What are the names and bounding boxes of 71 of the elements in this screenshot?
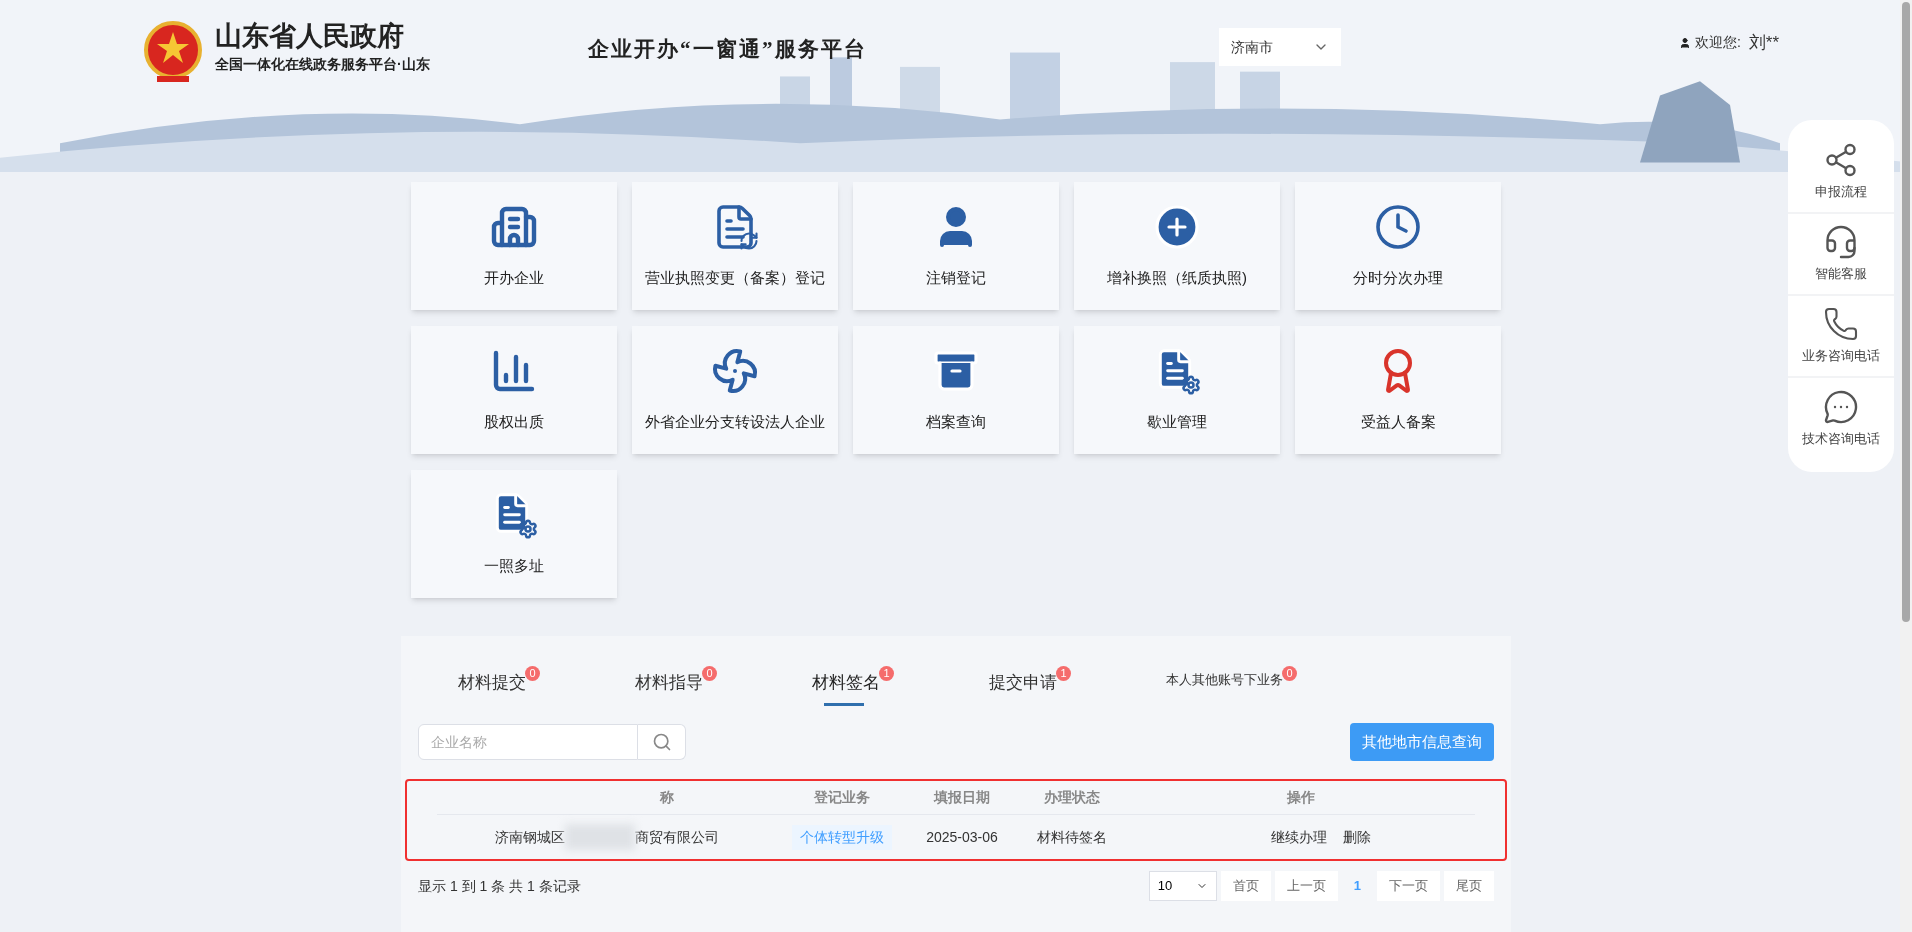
search-icon (651, 732, 672, 752)
side-tool-item[interactable]: 业务咨询电话 (1788, 296, 1894, 378)
service-tile[interactable]: 一照多址 (411, 470, 617, 598)
pagination-button[interactable]: 首页 (1220, 871, 1271, 901)
active-tab-indicator (824, 703, 864, 706)
clock-icon (1374, 202, 1422, 251)
status-text: 材料待签名 (1036, 827, 1108, 847)
side-tool-item[interactable]: 申报流程 (1788, 132, 1894, 214)
tab[interactable]: 提交申请 1 (989, 666, 1166, 706)
service-tile[interactable]: 股权出质 (411, 326, 617, 454)
service-label: 增补换照（纸质执照) (1107, 267, 1247, 288)
count-badge: 0 (1282, 666, 1297, 681)
user-name: 刘** (1748, 32, 1779, 54)
action-link[interactable]: 继续办理 (1271, 826, 1327, 848)
org-subtitle: 全国一体化在线政务服务平台·山东 (215, 54, 430, 74)
column-header: 登记业务 (813, 788, 871, 807)
fill-date: 2025-03-06 (925, 827, 999, 847)
count-badge: 0 (702, 666, 717, 681)
phone-icon (1823, 306, 1859, 343)
service-label: 外省企业分支转设法人企业 (645, 411, 825, 432)
service-tile[interactable]: 增补换照（纸质执照) (1074, 182, 1280, 310)
tab[interactable]: 材料指导 0 (635, 666, 812, 706)
column-header: 办理状态 (1043, 788, 1101, 807)
service-tile[interactable]: 档案查询 (853, 326, 1059, 454)
service-tile[interactable]: 外省企业分支转设法人企业 (632, 326, 838, 454)
service-label: 受益人备案 (1360, 411, 1436, 432)
service-tile[interactable]: 歇业管理 (1074, 326, 1280, 454)
count-badge: 0 (525, 666, 540, 681)
business-tag: 个体转型升级 (792, 824, 892, 850)
side-tool-item[interactable]: 技术咨询电话 (1788, 378, 1894, 460)
tab[interactable]: 材料提交 0 (458, 666, 635, 706)
service-tile[interactable]: 开办企业 (411, 182, 617, 310)
fan-icon (711, 346, 759, 395)
search-field[interactable]: 企业名称 (418, 724, 638, 760)
column-header: 称 (658, 788, 675, 807)
company-name-start: 济南钢城区 (495, 827, 565, 847)
service-tile[interactable]: 注销登记 (853, 182, 1059, 310)
user-icon (1678, 36, 1691, 49)
service-tile[interactable]: 受益人备案 (1295, 326, 1501, 454)
service-label: 开办企业 (484, 267, 544, 288)
service-label: 档案查询 (926, 411, 986, 432)
org-name: 山东省人民政府 (215, 20, 405, 53)
column-header: 填报日期 (932, 788, 991, 807)
service-tile[interactable]: 营业执照变更（备案）登记 (632, 182, 838, 310)
emblem-icon (143, 20, 203, 84)
pagination-button[interactable]: 上一页 (1274, 871, 1338, 901)
service-label: 歇业管理 (1147, 411, 1207, 432)
service-label: 分时分次办理 (1353, 267, 1443, 288)
pagination-button[interactable]: 下一页 (1377, 871, 1440, 901)
welcome-label: 欢迎您: (1694, 33, 1741, 53)
service-label: 营业执照变更（备案）登记 (645, 267, 825, 288)
service-label: 股权出质 (484, 411, 544, 432)
count-badge: 1 (879, 666, 894, 681)
headset-icon (1823, 224, 1859, 261)
service-label: 注销登记 (926, 267, 986, 288)
count-badge: 1 (1056, 666, 1071, 681)
tab[interactable]: 本人其他账号下业务 0 (1166, 666, 1343, 706)
side-tool-item[interactable]: 智能客服 (1788, 214, 1894, 296)
page-size-select[interactable]: 10 (1148, 871, 1217, 901)
service-label: 一照多址 (484, 555, 544, 576)
platform-title: 企业开办“一窗通”服务平台 (587, 36, 867, 63)
action-link[interactable]: 删除 (1343, 826, 1371, 848)
pagination-button[interactable]: 尾页 (1444, 871, 1494, 901)
chat-bubble-icon (1823, 389, 1859, 426)
search-button[interactable] (638, 724, 686, 760)
record-summary: 显示 1 到 1 条 共 1 条记录 (418, 876, 581, 896)
column-header: 操作 (1286, 788, 1316, 807)
tab[interactable]: 材料签名 1 (812, 666, 989, 706)
company-name-end: 商贸有限公司 (635, 827, 719, 847)
city-select[interactable]: 济南市 (1219, 28, 1341, 66)
service-tile[interactable]: 分时分次办理 (1295, 182, 1501, 310)
